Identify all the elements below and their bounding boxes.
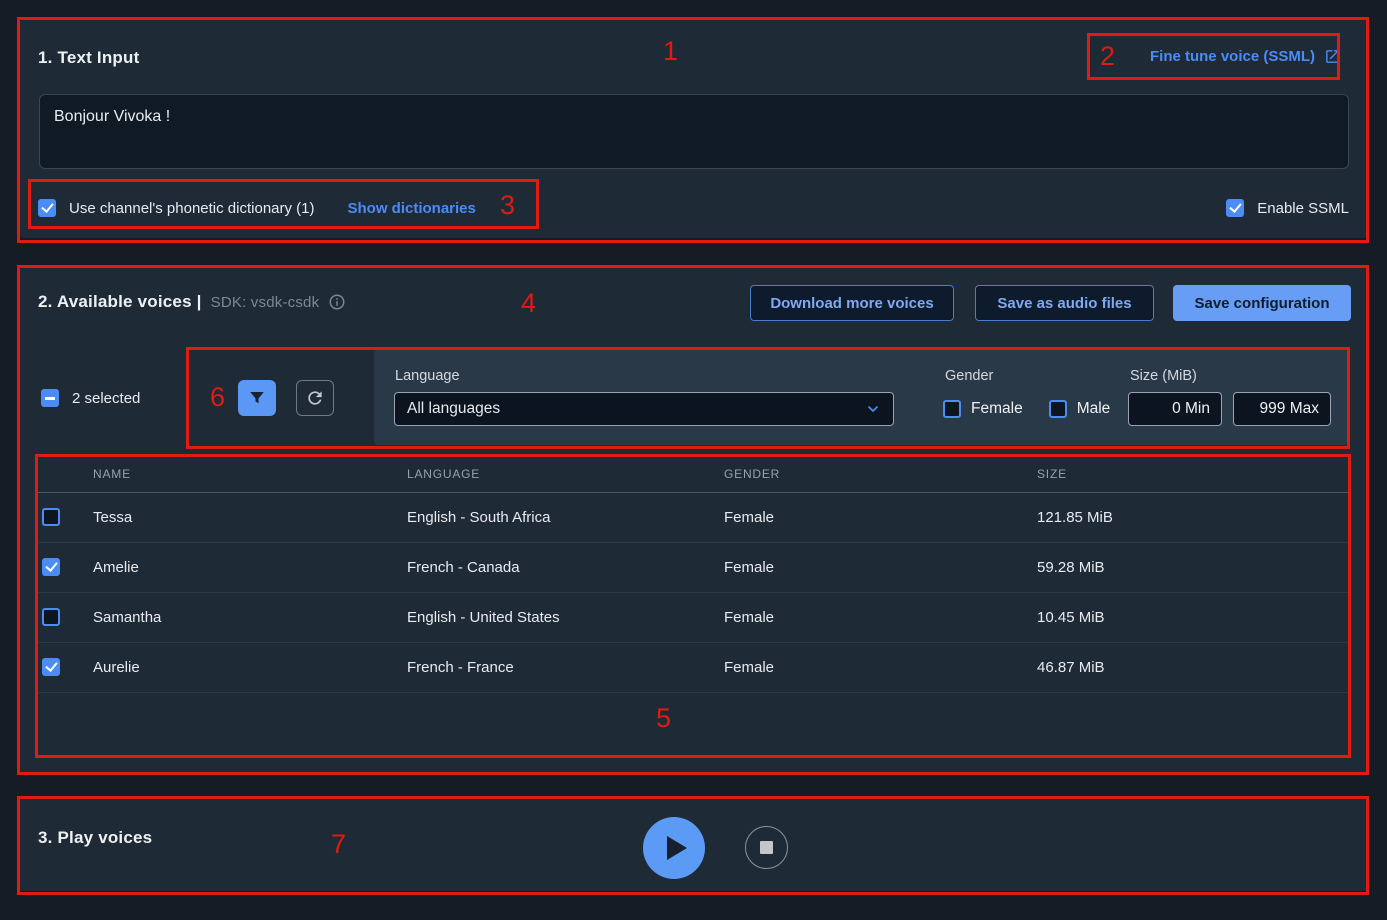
language-label: Language (395, 368, 460, 384)
filter-panel: Language All languages Gender Female Mal… (374, 350, 1348, 445)
male-label: Male (1077, 400, 1111, 418)
table-row[interactable]: Aurelie French - France Female 46.87 MiB (35, 643, 1351, 693)
refresh-icon (305, 388, 325, 408)
select-all-checkbox[interactable] (41, 389, 59, 407)
size-min-input[interactable] (1128, 392, 1222, 426)
table-row[interactable]: Samantha English - United States Female … (35, 593, 1351, 643)
refresh-button[interactable] (296, 380, 334, 416)
filter-icon (248, 389, 266, 407)
enable-ssml-group: Enable SSML (1226, 199, 1349, 217)
external-link-icon (1324, 48, 1341, 65)
available-voices-title: 2. Available voices | (38, 292, 202, 312)
filter-button[interactable] (238, 380, 276, 416)
save-as-audio-files-button[interactable]: Save as audio files (975, 285, 1154, 321)
available-voices-section: 2. Available voices | SDK: vsdk-csdk Dow… (20, 268, 1367, 773)
voice-language: English - South Africa (407, 509, 550, 526)
voice-name: Tessa (93, 509, 132, 526)
chevron-down-icon (865, 401, 881, 417)
voice-size: 10.45 MiB (1037, 609, 1105, 626)
info-icon[interactable] (328, 293, 346, 311)
voice-gender: Female (724, 509, 774, 526)
voice-name: Aurelie (93, 659, 140, 676)
voice-size: 46.87 MiB (1037, 659, 1105, 676)
size-label: Size (MiB) (1130, 368, 1197, 384)
stop-icon (760, 841, 773, 854)
table-row[interactable]: Amelie French - Canada Female 59.28 MiB (35, 543, 1351, 593)
save-configuration-button[interactable]: Save configuration (1173, 285, 1351, 321)
gender-label: Gender (945, 368, 993, 384)
size-max-input[interactable] (1233, 392, 1331, 426)
show-dictionaries-link[interactable]: Show dictionaries (348, 200, 476, 217)
sdk-label: SDK: vsdk-csdk (211, 294, 320, 311)
voice-gender: Female (724, 559, 774, 576)
download-more-voices-button[interactable]: Download more voices (750, 285, 954, 321)
play-voices-section: 3. Play voices (20, 799, 1367, 891)
voice-name: Amelie (93, 559, 139, 576)
voice-size: 59.28 MiB (1037, 559, 1105, 576)
text-input-title: 1. Text Input (38, 48, 139, 68)
selected-count-label: 2 selected (72, 390, 140, 407)
tts-app-page: 1. Text Input Fine tune voice (SSML) Bon… (0, 0, 1387, 920)
voices-table: NAME LANGUAGE GENDER SIZE Tessa English … (35, 455, 1351, 758)
play-voices-title: 3. Play voices (38, 828, 152, 848)
voice-name: Samantha (93, 609, 161, 626)
fine-tune-voice-label: Fine tune voice (SSML) (1150, 48, 1315, 65)
voices-table-header: NAME LANGUAGE GENDER SIZE (35, 455, 1351, 493)
row-checkbox[interactable] (42, 508, 60, 526)
female-label: Female (971, 400, 1023, 418)
gender-filter-group: Female Male (943, 400, 1136, 418)
voice-language: French - Canada (407, 559, 520, 576)
voice-language: French - France (407, 659, 514, 676)
header-name: NAME (93, 467, 131, 481)
voice-gender: Female (724, 659, 774, 676)
fine-tune-voice-link[interactable]: Fine tune voice (SSML) (1150, 48, 1341, 65)
header-size: SIZE (1037, 467, 1067, 481)
play-button[interactable] (643, 817, 705, 879)
language-dropdown[interactable]: All languages (394, 392, 894, 426)
row-checkbox[interactable] (42, 558, 60, 576)
language-dropdown-value: All languages (407, 400, 500, 418)
enable-ssml-label: Enable SSML (1257, 200, 1349, 217)
text-input-options-row: Use channel's phonetic dictionary (1) Sh… (38, 186, 1349, 230)
header-language: LANGUAGE (407, 467, 480, 481)
voice-gender: Female (724, 609, 774, 626)
play-icon (667, 836, 687, 860)
voice-language: English - United States (407, 609, 560, 626)
row-checkbox[interactable] (42, 658, 60, 676)
header-gender: GENDER (724, 467, 780, 481)
phonetic-checkbox-label: Use channel's phonetic dictionary (1) (69, 200, 315, 217)
male-checkbox[interactable] (1049, 400, 1067, 418)
table-row[interactable]: Tessa English - South Africa Female 121.… (35, 493, 1351, 543)
voice-size: 121.85 MiB (1037, 509, 1113, 526)
text-input-section: 1. Text Input Fine tune voice (SSML) Bon… (20, 20, 1367, 238)
selection-summary: 2 selected (41, 389, 140, 407)
female-checkbox[interactable] (943, 400, 961, 418)
row-checkbox[interactable] (42, 608, 60, 626)
enable-ssml-checkbox[interactable] (1226, 199, 1244, 217)
text-input-field[interactable]: Bonjour Vivoka ! (39, 94, 1349, 169)
stop-button[interactable] (745, 826, 788, 869)
phonetic-checkbox[interactable] (38, 199, 56, 217)
